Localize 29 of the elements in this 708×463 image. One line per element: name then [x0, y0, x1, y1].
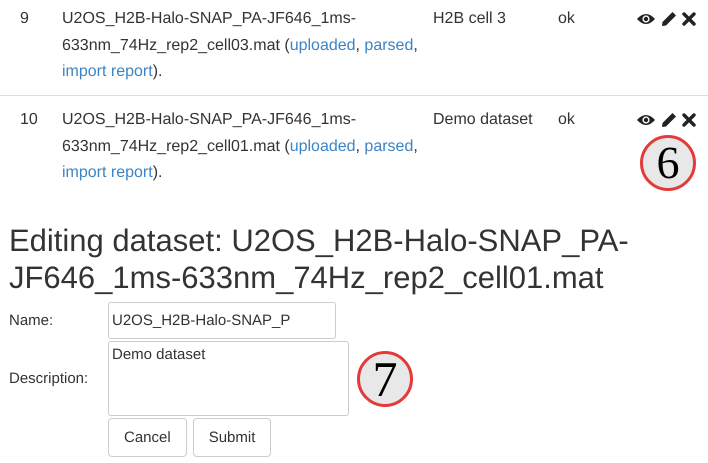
file-link[interactable]: uploaded — [290, 138, 356, 154]
form-button[interactable]: Submit — [192, 418, 272, 457]
file-link[interactable]: import report — [62, 63, 153, 80]
file-link[interactable]: uploaded — [290, 36, 356, 54]
name-field[interactable]: U2OS_H2B-Halo-SNAP_P — [108, 302, 336, 339]
file-name: U2OS_H2B-Halo-SNAP_PA-JF646_1ms-633nm_74Hz_rep2_cell03.mat (uploaded, parsed, import report). — [62, 9, 419, 82]
name-label: Name: — [9, 312, 54, 329]
delete-icon[interactable] — [682, 113, 696, 127]
file-link[interactable]: import report — [62, 164, 153, 181]
form-button[interactable]: Cancel — [108, 418, 187, 457]
view-icon[interactable] — [636, 113, 656, 127]
callout-badge: 7 — [357, 350, 413, 406]
row-number: 10 — [19, 110, 39, 130]
dataset-description: Demo dataset — [433, 110, 534, 130]
file-link[interactable]: parsed — [364, 138, 414, 154]
dataset-status: ok — [558, 110, 576, 130]
view-icon[interactable] — [636, 12, 656, 26]
dataset-status: ok — [558, 9, 576, 29]
file-name: U2OS_H2B-Halo-SNAP_PA-JF646_1ms-633nm_74Hz_rep2_cell01.mat (uploaded, parsed, import report). — [62, 110, 419, 183]
callout-badge: 6 — [640, 135, 696, 191]
dataset-description: H2B cell 3 — [433, 9, 507, 29]
editor-title: Editing dataset: U2OS_H2B-Halo-SNAP_PA-JF646_1ms-633nm_74Hz_rep2_cell01.mat — [9, 222, 630, 296]
delete-icon[interactable] — [682, 12, 696, 26]
description-field[interactable]: Demo dataset — [108, 341, 349, 416]
row-number: 9 — [19, 9, 30, 29]
edit-icon[interactable] — [661, 112, 677, 128]
file-link[interactable]: parsed — [364, 36, 414, 54]
edit-icon[interactable] — [661, 11, 677, 27]
description-label: Description: — [9, 370, 90, 387]
